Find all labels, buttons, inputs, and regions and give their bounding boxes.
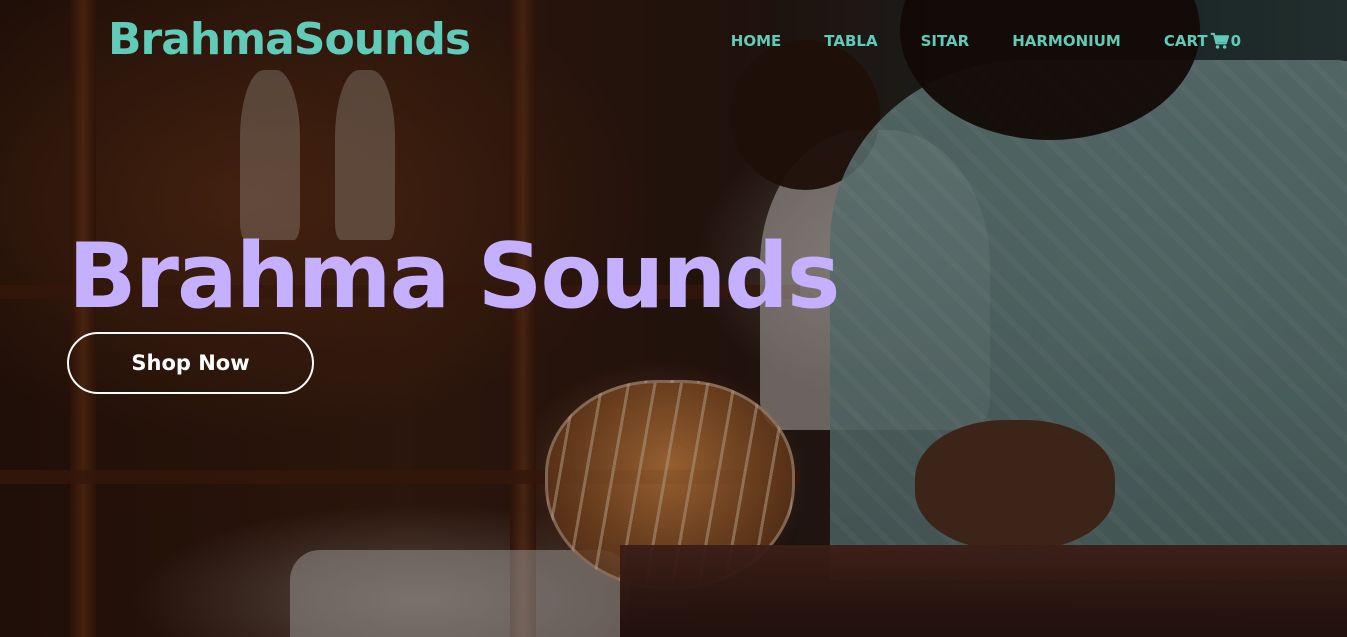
musician-hand (915, 420, 1115, 550)
tabla-drum (545, 380, 795, 590)
main-nav: HOME TABLA SITAR HARMONIUM CART 0 (731, 30, 1241, 52)
shelf-board (0, 470, 800, 484)
musician-front (830, 60, 1347, 580)
nav-home[interactable]: HOME (731, 30, 781, 52)
nav-sitar[interactable]: SITAR (921, 30, 970, 52)
shopping-cart-icon (1210, 32, 1229, 49)
nav-harmonium[interactable]: HARMONIUM (1012, 30, 1121, 52)
site-header: BrahmaSounds HOME TABLA SITAR HARMONIUM … (0, 0, 1347, 80)
nav-tabla[interactable]: TABLA (824, 30, 877, 52)
hero-title: Brahma Sounds (68, 224, 840, 329)
harmonium (620, 545, 1347, 637)
pillow (290, 550, 630, 637)
site-logo[interactable]: BrahmaSounds (108, 12, 471, 68)
cart-count: 0 (1230, 32, 1241, 50)
nav-cart[interactable]: CART 0 (1164, 30, 1241, 52)
shop-now-button[interactable]: Shop Now (67, 332, 314, 394)
cart-label: CART (1163, 32, 1208, 50)
hero-section: BrahmaSounds HOME TABLA SITAR HARMONIUM … (0, 0, 1347, 637)
statue-figure (240, 70, 300, 240)
statue-figure (335, 70, 395, 240)
